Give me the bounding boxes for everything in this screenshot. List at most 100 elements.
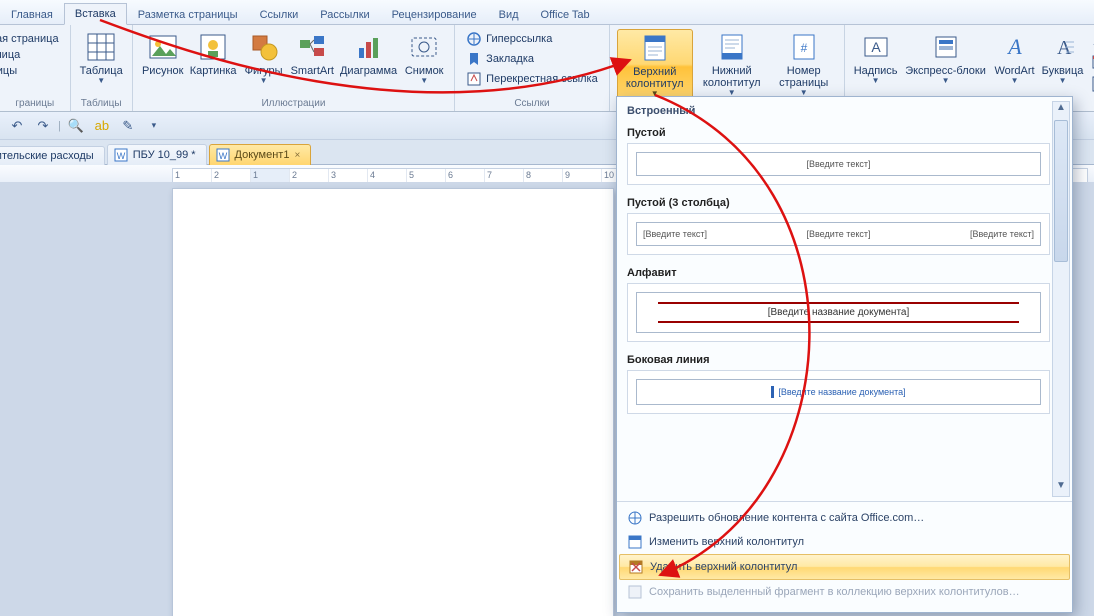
crossref-label: Перекрестная ссылка	[486, 73, 598, 85]
group-links: Гиперссылка Закладка Перекрестная ссылка…	[455, 25, 610, 111]
footer-label: Нижний колонтитул	[697, 65, 767, 89]
bookmark-button[interactable]: Закладка	[462, 49, 602, 69]
gallery-remove-header-label: Удалить верхний колонтитул	[650, 561, 797, 573]
gallery-item-sideline[interactable]: [Введите название документа]	[627, 370, 1050, 414]
tab-review[interactable]: Рецензирование	[381, 4, 488, 25]
signature-icon[interactable]	[1091, 31, 1094, 49]
group-tables-label: Таблицы	[71, 98, 132, 109]
picture-button[interactable]: Рисунок	[140, 29, 186, 79]
gallery-officecom-item[interactable]: Разрешить обновление контента с сайта Of…	[619, 506, 1070, 530]
textbox-button[interactable]: A Надпись ▼	[852, 29, 900, 88]
header-gallery-dropdown: Встроенный Пустой [Введите текст] Пустой…	[616, 96, 1073, 613]
document-tab[interactable]: дставительские расходы	[0, 146, 105, 165]
footer-button[interactable]: Нижний колонтитул ▼	[695, 29, 769, 100]
gallery-remove-header-item[interactable]: Удалить верхний колонтитул	[619, 554, 1070, 580]
svg-text:W: W	[218, 151, 227, 161]
group-pages-label: границы	[0, 98, 70, 109]
document-page[interactable]	[172, 188, 614, 616]
tab-insert[interactable]: Вставка	[64, 3, 127, 25]
chart-button[interactable]: Диаграмма	[338, 29, 399, 79]
word-doc-icon: W	[114, 148, 128, 162]
crossref-button[interactable]: Перекрестная ссылка	[462, 69, 602, 89]
group-tables: Таблица ▼ Таблицы	[71, 25, 133, 111]
page-break-button[interactable]: Разрыв страницы	[3, 63, 21, 79]
gallery-scroll-area: Встроенный Пустой [Введите текст] Пустой…	[617, 97, 1072, 501]
svg-text:A: A	[871, 39, 881, 55]
picture-label: Рисунок	[142, 65, 184, 77]
sideline-bar-icon	[771, 386, 774, 398]
ruler-tick: 5	[409, 170, 414, 180]
tab-officetab[interactable]: Office Tab	[530, 4, 601, 25]
gallery-edit-header-item[interactable]: Изменить верхний колонтитул	[619, 530, 1070, 554]
title-page-button[interactable]: Титульная страница	[3, 31, 63, 47]
tab-mailings[interactable]: Рассылки	[309, 4, 380, 25]
shapes-button[interactable]: Фигуры ▼	[241, 29, 287, 88]
chevron-down-icon: ▼	[97, 77, 105, 86]
ruler-tick: 3	[331, 170, 336, 180]
clipart-button[interactable]: Картинка	[188, 29, 239, 79]
placeholder-text: [Введите название документа]	[658, 302, 1019, 323]
redo-button[interactable]: ↷	[32, 115, 54, 137]
placeholder-text: [Введите текст]	[807, 229, 871, 239]
shapes-icon	[248, 31, 280, 63]
hyperlink-button[interactable]: Гиперссылка	[462, 29, 602, 49]
chart-label: Диаграмма	[340, 65, 397, 77]
save-gallery-icon	[627, 584, 643, 600]
crossref-icon	[466, 71, 482, 87]
wordart-button[interactable]: A WordArt ▼	[992, 29, 1038, 88]
smartart-label: SmartArt	[291, 65, 334, 77]
blank-page-button[interactable]: Пустая страница	[3, 47, 24, 63]
bookmark-icon	[466, 51, 482, 67]
gallery-item-blank[interactable]: [Введите текст]	[627, 143, 1050, 185]
blank-page-label: Пустая страница	[0, 49, 20, 61]
screenshot-button[interactable]: Снимок ▼	[401, 29, 447, 88]
tab-pagelayout[interactable]: Разметка страницы	[127, 4, 249, 25]
document-tab-label: дставительские расходы	[0, 150, 94, 162]
dropcap-icon: A	[1047, 31, 1079, 63]
globe-icon	[627, 510, 643, 526]
tab-home[interactable]: Главная	[0, 4, 64, 25]
document-tab[interactable]: W ПБУ 10_99 *	[107, 144, 207, 165]
zoom-icon[interactable]: 🔍	[65, 115, 87, 137]
datetime-icon[interactable]	[1091, 53, 1094, 71]
placeholder-text: [Введите текст]	[643, 229, 707, 239]
hyperlink-icon	[466, 31, 482, 47]
pagenumber-label: Номер страницы	[773, 65, 835, 89]
screenshot-icon	[408, 31, 440, 63]
dropcap-button[interactable]: A Буквица ▼	[1040, 29, 1086, 88]
gallery-item-blank-3col[interactable]: [Введите текст] [Введите текст] [Введите…	[627, 213, 1050, 255]
header-icon	[639, 32, 671, 64]
scrollbar-thumb[interactable]	[1054, 120, 1068, 262]
ruler-tick: 8	[526, 170, 531, 180]
pagenumber-button[interactable]: # Номер страницы ▼	[771, 29, 837, 100]
tab-view[interactable]: Вид	[488, 4, 530, 25]
clear-tool-icon[interactable]: ✎	[117, 115, 139, 137]
quickparts-button[interactable]: Экспресс-блоки ▼	[902, 29, 990, 88]
ruler-tick: 2	[292, 170, 297, 180]
object-icon[interactable]	[1091, 75, 1094, 93]
scroll-down-icon[interactable]: ▼	[1053, 480, 1069, 496]
ruler-tick: 10	[604, 170, 614, 180]
header-label: Верхний колонтитул	[620, 66, 690, 90]
edit-header-icon	[627, 534, 643, 550]
quickparts-icon	[930, 31, 962, 63]
smartart-button[interactable]: SmartArt	[289, 29, 336, 79]
document-tab-active[interactable]: W Документ1 ×	[209, 144, 312, 165]
close-tab-icon[interactable]: ×	[294, 150, 300, 161]
chevron-down-icon: ▼	[942, 77, 950, 86]
table-button[interactable]: Таблица ▼	[78, 29, 125, 88]
tab-references[interactable]: Ссылки	[249, 4, 310, 25]
header-button[interactable]: Верхний колонтитул ▼	[617, 29, 693, 102]
hyperlink-label: Гиперссылка	[486, 33, 552, 45]
document-tab-label: Документ1	[235, 149, 290, 161]
gallery-item-title: Пустой	[627, 127, 1072, 139]
bookmark-label: Закладка	[486, 53, 534, 65]
gallery-item-alphabet[interactable]: [Введите название документа]	[627, 283, 1050, 342]
chevron-down-icon: ▼	[420, 77, 428, 86]
gallery-scrollbar[interactable]: ▲ ▼	[1052, 101, 1070, 497]
dropdown-arrow-icon[interactable]: ▾	[143, 115, 165, 137]
highlight-tool-icon[interactable]: ab	[91, 115, 113, 137]
ruler-tick: 4	[370, 170, 375, 180]
undo-button[interactable]: ↶	[6, 115, 28, 137]
scroll-up-icon[interactable]: ▲	[1053, 102, 1069, 118]
